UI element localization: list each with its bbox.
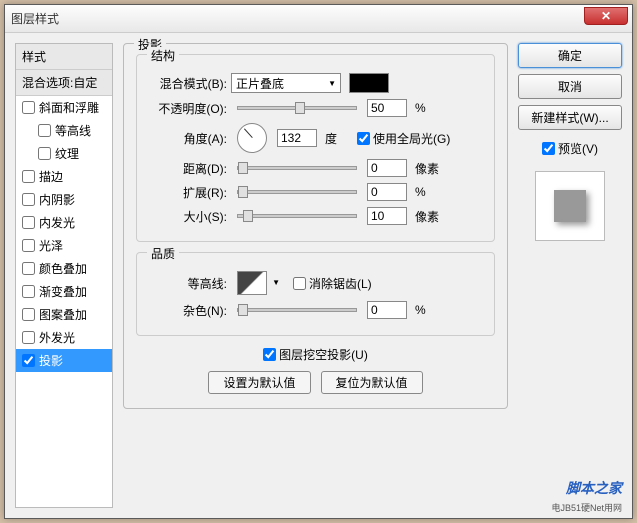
style-checkbox[interactable]	[22, 262, 35, 275]
layer-style-dialog: 图层样式 ✕ 样式 混合选项:自定 斜面和浮雕等高线纹理描边内阴影内发光光泽颜色…	[4, 4, 633, 519]
noise-label: 杂色(N):	[147, 302, 227, 319]
style-item[interactable]: 描边	[16, 165, 112, 188]
style-item[interactable]: 渐变叠加	[16, 280, 112, 303]
style-item[interactable]: 内发光	[16, 211, 112, 234]
spread-label: 扩展(R):	[147, 184, 227, 201]
size-input[interactable]	[367, 207, 407, 225]
knockout-check[interactable]: 图层挖空投影(U)	[263, 346, 368, 363]
set-default-button[interactable]: 设置为默认值	[208, 371, 310, 394]
structure-fieldset: 结构 混合模式(B): 正片叠底 不透明度(O): % 角度(A):	[136, 54, 495, 242]
style-label: 描边	[39, 168, 63, 185]
watermark-sub: 电JB51硬Net用网	[551, 501, 622, 514]
shadow-color-swatch[interactable]	[349, 73, 389, 93]
opacity-slider[interactable]	[237, 106, 357, 110]
preview-box	[535, 171, 605, 241]
size-slider[interactable]	[237, 214, 357, 218]
style-checkbox[interactable]	[38, 147, 51, 160]
style-checkbox[interactable]	[22, 170, 35, 183]
style-checkbox[interactable]	[22, 354, 35, 367]
ok-button[interactable]: 确定	[518, 43, 622, 68]
style-item[interactable]: 斜面和浮雕	[16, 96, 112, 119]
style-checkbox[interactable]	[22, 193, 35, 206]
style-item[interactable]: 外发光	[16, 326, 112, 349]
style-item[interactable]: 投影	[16, 349, 112, 372]
action-panel: 确定 取消 新建样式(W)... 预览(V)	[518, 43, 622, 508]
style-label: 外发光	[39, 329, 75, 346]
style-checkbox[interactable]	[38, 124, 51, 137]
angle-dial[interactable]	[237, 123, 267, 153]
noise-slider[interactable]	[237, 308, 357, 312]
style-item[interactable]: 等高线	[16, 119, 112, 142]
size-label: 大小(S):	[147, 208, 227, 225]
styles-panel: 样式 混合选项:自定 斜面和浮雕等高线纹理描边内阴影内发光光泽颜色叠加渐变叠加图…	[15, 43, 113, 508]
style-item[interactable]: 颜色叠加	[16, 257, 112, 280]
style-label: 内阴影	[39, 191, 75, 208]
style-label: 内发光	[39, 214, 75, 231]
watermark: 脚本之家	[566, 478, 622, 498]
style-item[interactable]: 光泽	[16, 234, 112, 257]
main-fieldset: 投影 结构 混合模式(B): 正片叠底 不透明度(O): %	[123, 43, 508, 409]
titlebar[interactable]: 图层样式 ✕	[5, 5, 632, 33]
noise-input[interactable]	[367, 301, 407, 319]
content: 样式 混合选项:自定 斜面和浮雕等高线纹理描边内阴影内发光光泽颜色叠加渐变叠加图…	[5, 33, 632, 518]
style-checkbox[interactable]	[22, 239, 35, 252]
preview-check[interactable]: 预览(V)	[518, 140, 622, 157]
close-button[interactable]: ✕	[584, 7, 628, 25]
reset-default-button[interactable]: 复位为默认值	[321, 371, 423, 394]
distance-input[interactable]	[367, 159, 407, 177]
angle-input[interactable]	[277, 129, 317, 147]
quality-legend: 品质	[147, 245, 179, 262]
antialias-check[interactable]: 消除锯齿(L)	[293, 275, 372, 292]
size-unit: 像素	[415, 208, 439, 225]
angle-label: 角度(A):	[147, 130, 227, 147]
style-list: 斜面和浮雕等高线纹理描边内阴影内发光光泽颜色叠加渐变叠加图案叠加外发光投影	[16, 96, 112, 507]
style-label: 斜面和浮雕	[39, 99, 99, 116]
style-item[interactable]: 内阴影	[16, 188, 112, 211]
style-checkbox[interactable]	[22, 285, 35, 298]
style-checkbox[interactable]	[22, 101, 35, 114]
style-label: 投影	[39, 352, 63, 369]
spread-unit: %	[415, 185, 426, 199]
style-label: 纹理	[55, 145, 79, 162]
new-style-button[interactable]: 新建样式(W)...	[518, 105, 622, 130]
style-item[interactable]: 图案叠加	[16, 303, 112, 326]
spread-input[interactable]	[367, 183, 407, 201]
distance-unit: 像素	[415, 160, 439, 177]
contour-label: 等高线:	[147, 275, 227, 292]
settings-panel: 投影 结构 混合模式(B): 正片叠底 不透明度(O): %	[123, 43, 508, 508]
distance-label: 距离(D):	[147, 160, 227, 177]
contour-picker[interactable]	[237, 271, 267, 295]
style-label: 光泽	[39, 237, 63, 254]
preview-swatch	[554, 190, 586, 222]
styles-title: 样式	[16, 44, 112, 70]
style-label: 图案叠加	[39, 306, 87, 323]
blend-options[interactable]: 混合选项:自定	[16, 70, 112, 96]
quality-fieldset: 品质 等高线: 消除锯齿(L) 杂色(N): %	[136, 252, 495, 336]
close-icon: ✕	[601, 9, 611, 23]
blendmode-select[interactable]: 正片叠底	[231, 73, 341, 93]
opacity-unit: %	[415, 101, 426, 115]
opacity-input[interactable]	[367, 99, 407, 117]
blendmode-label: 混合模式(B):	[147, 75, 227, 92]
window-title: 图层样式	[11, 10, 59, 27]
style-checkbox[interactable]	[22, 216, 35, 229]
angle-unit: 度	[325, 130, 337, 147]
style-checkbox[interactable]	[22, 331, 35, 344]
structure-legend: 结构	[147, 47, 179, 64]
style-label: 渐变叠加	[39, 283, 87, 300]
opacity-label: 不透明度(O):	[147, 100, 227, 117]
global-light-check[interactable]: 使用全局光(G)	[357, 130, 450, 147]
spread-slider[interactable]	[237, 190, 357, 194]
style-checkbox[interactable]	[22, 308, 35, 321]
noise-unit: %	[415, 303, 426, 317]
style-item[interactable]: 纹理	[16, 142, 112, 165]
cancel-button[interactable]: 取消	[518, 74, 622, 99]
distance-slider[interactable]	[237, 166, 357, 170]
style-label: 颜色叠加	[39, 260, 87, 277]
style-label: 等高线	[55, 122, 91, 139]
